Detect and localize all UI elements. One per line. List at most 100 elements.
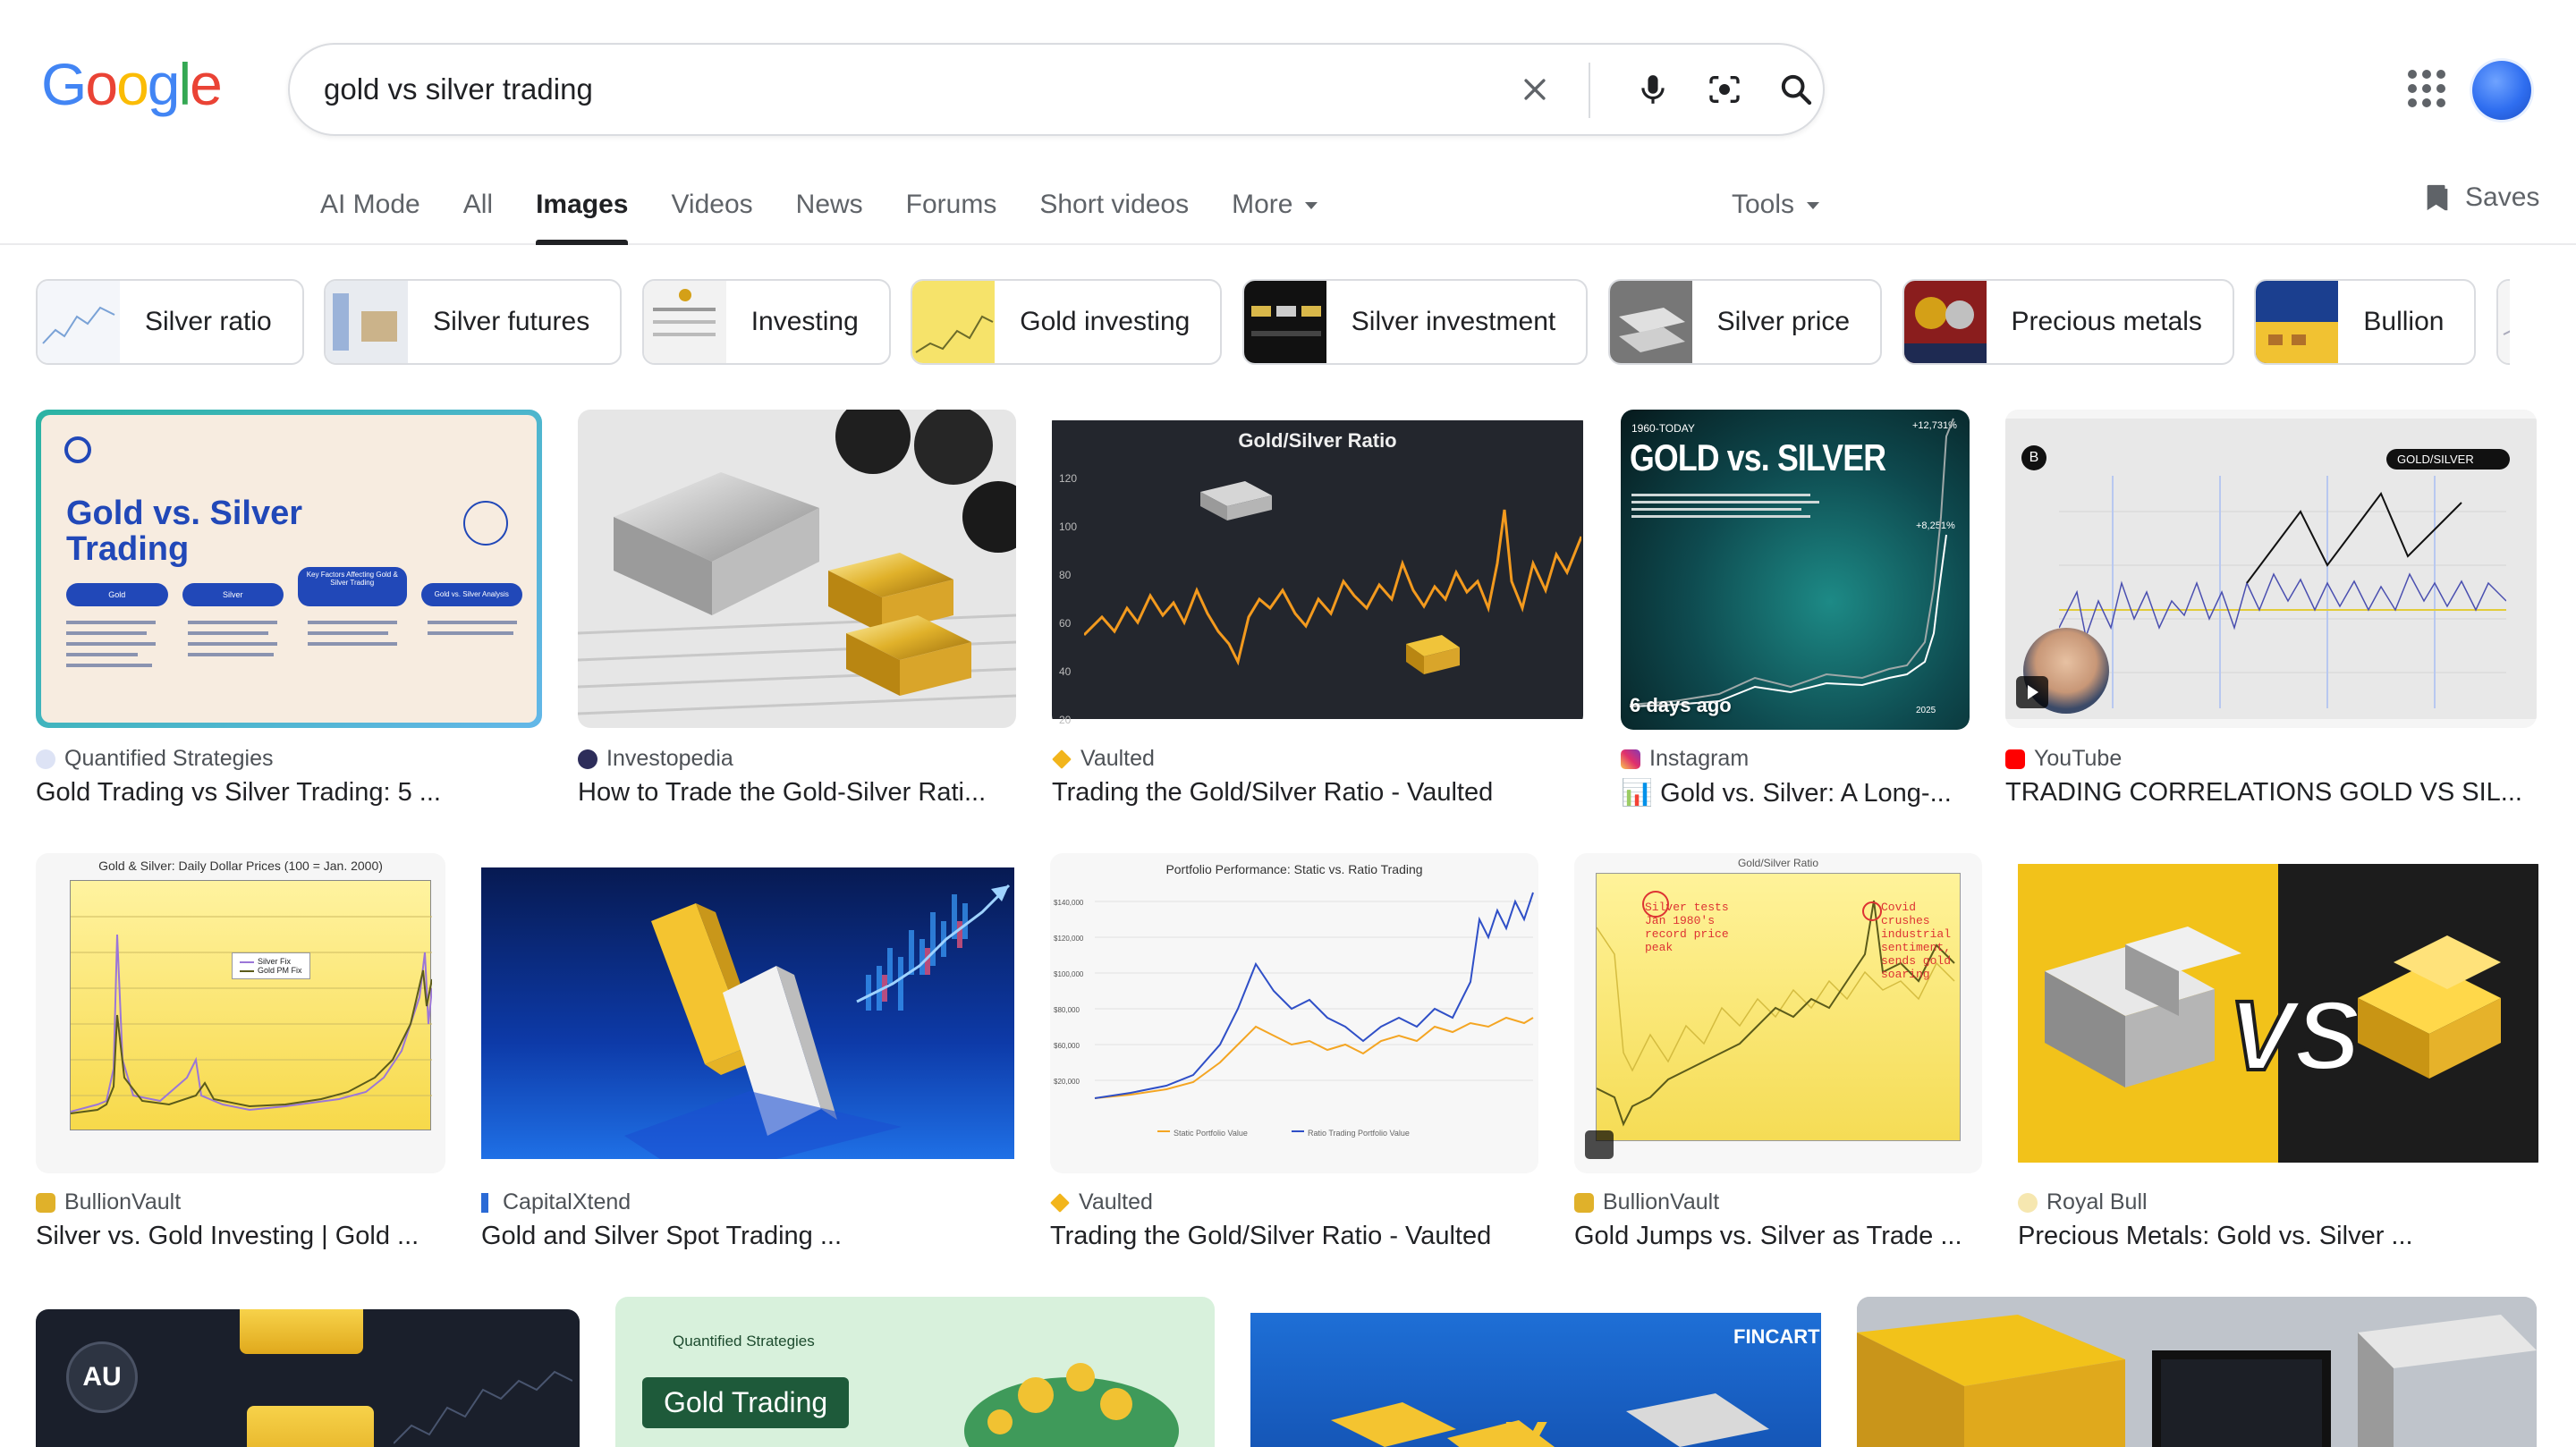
result-title[interactable]: Silver vs. Gold Investing | Gold ... xyxy=(36,1222,445,1251)
microphone-icon[interactable] xyxy=(1628,64,1678,114)
image-result[interactable] xyxy=(1857,1297,2537,1447)
chevron-down-icon xyxy=(1807,202,1820,210)
chip-label: Investing xyxy=(750,307,859,336)
chip-silver-futures[interactable]: Silver futures xyxy=(324,279,623,365)
result-title[interactable]: Trading the Gold/Silver Ratio - Vaulted xyxy=(1050,1222,1538,1251)
result-source[interactable]: Royal Bull xyxy=(2018,1189,2148,1215)
image-result[interactable]: Gold/Silver Ratio Silver tests Jan 1980'… xyxy=(1574,853,1982,1256)
chip-investing[interactable]: Investing xyxy=(641,279,891,365)
apps-grid-icon[interactable] xyxy=(2404,66,2447,109)
result-source[interactable]: Vaulted xyxy=(1052,746,1155,772)
chip-futures-partial[interactable]: Fu xyxy=(2496,279,2510,365)
thumb-year: 2025 xyxy=(1916,706,1936,715)
result-thumbnail: Portfolio Performance: Static vs. Ratio … xyxy=(1050,853,1538,1173)
chip-precious-metals[interactable]: Precious metals xyxy=(1902,279,2234,365)
axis-tick: 120 xyxy=(1059,472,1078,485)
result-source[interactable]: CapitalXtend xyxy=(481,1189,631,1215)
tools-button[interactable]: Tools xyxy=(1732,190,1820,220)
lens-camera-icon[interactable] xyxy=(1699,64,1750,114)
source-label: Vaulted xyxy=(1079,1189,1153,1214)
search-input[interactable] xyxy=(324,64,1433,114)
result-title[interactable]: Precious Metals: Gold vs. Silver ... xyxy=(2018,1222,2538,1251)
image-result[interactable]: Quantified Strategies Gold Trading xyxy=(615,1297,1215,1447)
result-source[interactable]: Quantified Strategies xyxy=(36,746,273,772)
tab-images[interactable]: Images xyxy=(536,182,629,245)
svg-text:$20,000: $20,000 xyxy=(1054,1078,1080,1086)
chip-thumbnail xyxy=(1609,281,1692,363)
image-result[interactable]: AU xyxy=(36,1309,580,1447)
image-result[interactable]: Gold/Silver Ratio 120 100 80 60 40 20 Va… xyxy=(1052,410,1583,812)
source-label: CapitalXtend xyxy=(503,1189,631,1214)
result-title[interactable]: TRADING CORRELATIONS GOLD VS SIL... xyxy=(2005,778,2537,808)
chip-silver-ratio[interactable]: Silver ratio xyxy=(36,279,304,365)
axis-tick: 40 xyxy=(1059,665,1072,678)
thumb-subtitle: Key Factors Affecting Gold & Silver Trad… xyxy=(298,567,407,606)
chip-label: Bullion xyxy=(2363,307,2445,336)
avatar[interactable] xyxy=(2472,61,2531,120)
result-thumbnail: Gold vs. Silver Trading Gold Silver Key … xyxy=(36,410,542,728)
result-thumbnail: Gold/Silver Ratio Silver tests Jan 1980'… xyxy=(1574,853,1982,1173)
badge: 6 days ago xyxy=(1630,694,1732,716)
result-thumbnail xyxy=(578,410,1016,728)
thumb-note: Silver tests Jan 1980's record price pea… xyxy=(1645,901,1729,954)
result-title[interactable]: Gold and Silver Spot Trading ... xyxy=(481,1222,1014,1251)
image-result[interactable]: FINCART V xyxy=(1250,1313,1821,1447)
google-logo[interactable]: Google xyxy=(41,50,223,118)
result-thumbnail: AU xyxy=(36,1309,580,1447)
thumb-title: Gold/Silver Ratio xyxy=(1238,429,1397,452)
result-title[interactable]: 📊 Gold vs. Silver: A Long-... xyxy=(1621,778,1970,808)
instagram-icon xyxy=(1621,749,1640,769)
chip-thumbnail xyxy=(2497,281,2510,363)
source-favicon xyxy=(1052,749,1072,769)
image-result[interactable]: Gold & Silver: Daily Dollar Prices (100 … xyxy=(36,853,445,1256)
source-label: BullionVault xyxy=(1603,1189,1720,1214)
search-box[interactable] xyxy=(288,43,1825,136)
result-source[interactable]: YouTube xyxy=(2005,746,2122,772)
search-icon[interactable] xyxy=(1771,64,1821,114)
chip-thumbnail xyxy=(38,281,120,363)
tab-news[interactable]: News xyxy=(796,182,863,245)
tab-all[interactable]: All xyxy=(463,182,493,245)
source-favicon xyxy=(578,749,597,769)
thumb-title: FINCART xyxy=(1733,1325,1820,1348)
tab-more[interactable]: More xyxy=(1232,182,1318,245)
clear-icon[interactable] xyxy=(1510,64,1560,114)
image-result[interactable]: Gold vs. Silver Trading Gold Silver Key … xyxy=(36,410,542,812)
source-label: Quantified Strategies xyxy=(64,746,274,771)
chip-label: Silver futures xyxy=(433,307,590,336)
chip-thumbnail xyxy=(326,281,409,363)
tab-ai-mode[interactable]: AI Mode xyxy=(320,182,420,245)
image-result[interactable]: Portfolio Performance: Static vs. Ratio … xyxy=(1050,853,1538,1256)
result-title[interactable]: How to Trade the Gold-Silver Rati... xyxy=(578,778,1016,808)
result-thumbnail: Gold & Silver: Daily Dollar Prices (100 … xyxy=(36,853,445,1173)
source-label: YouTube xyxy=(2034,746,2123,771)
image-result[interactable]: Investopedia How to Trade the Gold-Silve… xyxy=(578,410,1016,812)
result-title[interactable]: Trading the Gold/Silver Ratio - Vaulted xyxy=(1052,778,1583,808)
thumb-title: GOLD/SILVER xyxy=(2386,449,2510,470)
image-result[interactable]: VS Royal Bull Precious Metals: Gold vs. … xyxy=(2018,853,2538,1256)
result-source[interactable]: BullionVault xyxy=(1574,1189,1719,1215)
thumb-subtitle: Silver xyxy=(182,583,284,606)
tab-short-videos[interactable]: Short videos xyxy=(1039,182,1189,245)
result-source[interactable]: BullionVault xyxy=(36,1189,181,1215)
result-source[interactable]: Investopedia xyxy=(578,746,733,772)
chip-gold-investing[interactable]: Gold investing xyxy=(911,279,1223,365)
chip-thumbnail xyxy=(1243,281,1326,363)
chip-silver-price[interactable]: Silver price xyxy=(1607,279,1883,365)
result-title[interactable]: Gold Jumps vs. Silver as Trade ... xyxy=(1574,1222,1982,1251)
source-favicon xyxy=(36,749,55,769)
tab-videos[interactable]: Videos xyxy=(671,182,752,245)
chip-bullion[interactable]: Bullion xyxy=(2254,279,2477,365)
saves-button[interactable]: Saves xyxy=(2424,182,2539,213)
result-thumbnail xyxy=(1857,1297,2537,1447)
image-result[interactable]: B GOLD/SILVER YouTube TRADING CORRELATIO… xyxy=(2005,410,2537,812)
source-label: Royal Bull xyxy=(2046,1189,2148,1214)
result-source[interactable]: Vaulted xyxy=(1050,1189,1153,1215)
thumb-title: Gold/Silver Ratio xyxy=(1737,857,1819,869)
tab-forums[interactable]: Forums xyxy=(906,182,997,245)
chip-silver-investment[interactable]: Silver investment xyxy=(1241,279,1589,365)
result-title[interactable]: Gold Trading vs Silver Trading: 5 ... xyxy=(36,778,542,808)
result-source[interactable]: Instagram xyxy=(1621,746,1749,772)
image-result[interactable]: CapitalXtend Gold and Silver Spot Tradin… xyxy=(481,853,1014,1256)
image-result[interactable]: 1960-TODAY GOLD vs. SILVER +12,731% +8,2… xyxy=(1621,410,1970,812)
